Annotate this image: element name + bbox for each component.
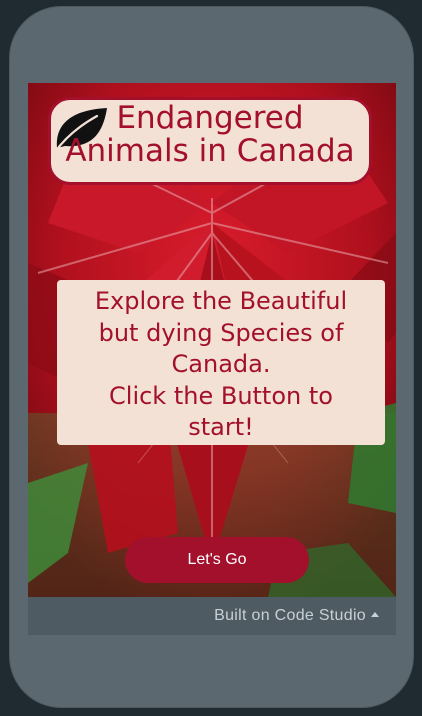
intro-text: Explore the Beautiful but dying Species …	[94, 287, 348, 441]
code-studio-footer[interactable]: Built on Code Studio	[28, 597, 396, 635]
footer-label-wrap[interactable]: Built on Code Studio	[214, 607, 379, 625]
caret-up-icon	[371, 612, 379, 617]
title-card: Endangered Animals in Canada	[48, 97, 372, 185]
app-screen: Endangered Animals in Canada Explore the…	[28, 83, 396, 597]
lets-go-button[interactable]: Let's Go	[125, 537, 309, 583]
built-on-code-studio-link[interactable]: Built on Code Studio	[214, 607, 366, 624]
page-title: Endangered Animals in Canada	[65, 100, 355, 169]
intro-card: Explore the Beautiful but dying Species …	[57, 280, 385, 445]
